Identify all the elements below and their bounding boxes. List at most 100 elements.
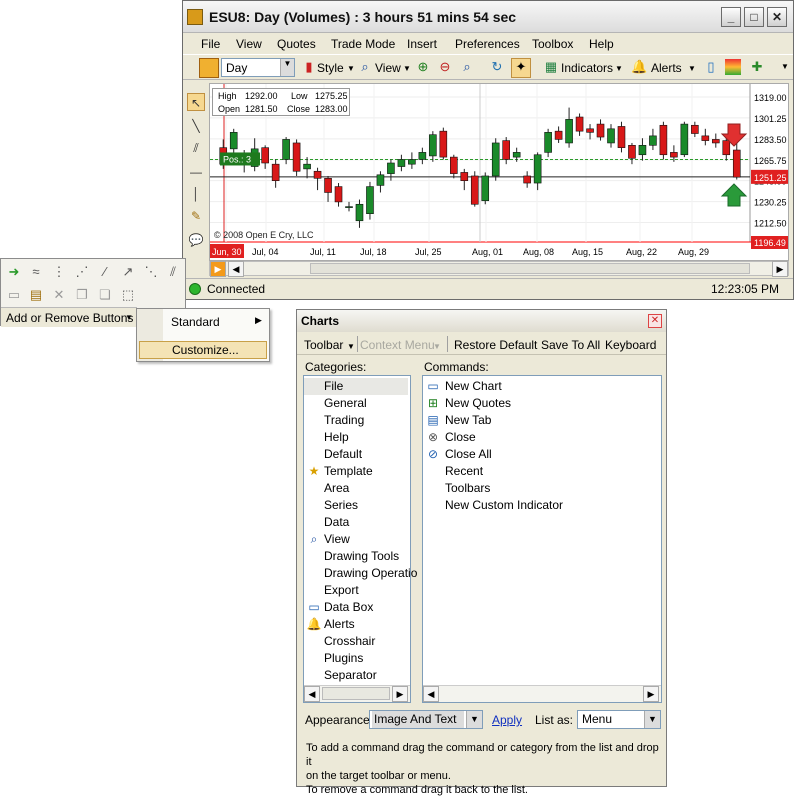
category-item[interactable]: Crosshair	[304, 633, 408, 650]
category-item[interactable]: Drawing Tools	[304, 548, 408, 565]
category-item[interactable]: Area	[304, 480, 408, 497]
zoom-icon[interactable]: ⌕	[459, 59, 475, 75]
command-item[interactable]: ▤ New Tab	[423, 412, 659, 429]
category-item[interactable]: ▭ Data Box	[304, 599, 408, 616]
bell-icon[interactable]: 🔔	[631, 59, 647, 75]
list-as-select[interactable]: Menu ▼	[577, 710, 661, 729]
overflow-icon[interactable]: ▼	[777, 59, 793, 75]
command-item[interactable]: ⊞ New Quotes	[423, 395, 659, 412]
zoom-in-icon[interactable]: ⊕	[415, 59, 431, 75]
command-item[interactable]: ▭ New Chart	[423, 378, 659, 395]
menu-trade-mode[interactable]: Trade Mode	[331, 37, 395, 51]
title-bar[interactable]: ESU8: Day (Volumes) : 3 hours 51 mins 54…	[183, 1, 793, 33]
arrow-right-icon[interactable]: ➜	[6, 264, 22, 280]
restore-default-button[interactable]: Restore Default	[454, 338, 537, 352]
category-item[interactable]: Help	[304, 429, 408, 446]
category-item[interactable]: Default	[304, 446, 408, 463]
category-item[interactable]: Data	[304, 514, 408, 531]
close-icon[interactable]: ✕	[767, 7, 787, 27]
categories-list[interactable]: File General Trading Help Default ★ Template Ar…	[303, 375, 417, 703]
category-item[interactable]: Series	[304, 497, 408, 514]
menu-toolbox[interactable]: Toolbox	[532, 37, 573, 51]
pointer-icon[interactable]: ↖	[187, 93, 205, 111]
style-button[interactable]: Style	[317, 61, 344, 75]
menu-insert[interactable]: Insert	[407, 37, 437, 51]
category-item[interactable]: ⌕ View	[304, 531, 408, 548]
grid-lines-icon[interactable]: ⋮	[51, 264, 67, 280]
comment-icon[interactable]: 💬	[187, 231, 205, 249]
period-select[interactable]: Day ▼	[221, 58, 295, 77]
toolbar-tab[interactable]: Toolbar	[304, 338, 343, 352]
indicators-icon[interactable]: ▦	[543, 59, 559, 75]
categories-scrollbar[interactable]: ◀ ▶	[304, 685, 410, 702]
horizontal-line-icon[interactable]: —	[187, 163, 205, 181]
command-item[interactable]: ⊗ Close	[423, 429, 659, 446]
add-remove-buttons[interactable]: Add or Remove Buttons ▼	[1, 307, 137, 327]
ray-icon[interactable]: ↗	[120, 264, 136, 280]
fibonacci-icon[interactable]: ⋰	[74, 264, 90, 280]
alerts-button[interactable]: Alerts	[651, 61, 682, 75]
category-item[interactable]: ★ Template	[304, 463, 408, 480]
chart-horizontal-scrollbar[interactable]: ▶ ◀ ▶	[209, 261, 789, 277]
menu-view[interactable]: View	[236, 37, 262, 51]
trendline-icon[interactable]: ⁄	[97, 264, 113, 280]
menu-preferences[interactable]: Preferences	[455, 37, 520, 51]
scroll-left-icon[interactable]: ◀	[423, 686, 439, 702]
delete-icon[interactable]: ✕	[51, 287, 67, 303]
vertical-line-icon[interactable]: │	[187, 185, 205, 203]
category-item[interactable]: Plugins	[304, 650, 408, 667]
zoom-out-icon[interactable]: ⊖	[437, 59, 453, 75]
plus-icon[interactable]: ✚	[749, 59, 765, 75]
category-item[interactable]: Drawing Operatio	[304, 565, 417, 582]
refresh-icon[interactable]: ↻	[489, 59, 505, 75]
command-item[interactable]: ⊘ Close All	[423, 446, 659, 463]
command-item[interactable]: New Custom Indicator	[423, 497, 659, 514]
parallel-lines-icon[interactable]: ⫽	[187, 139, 205, 157]
candles-icon[interactable]: ▮	[301, 59, 317, 75]
color-icon[interactable]	[725, 59, 741, 75]
context-menu-tab[interactable]: Context Menu	[360, 338, 435, 352]
apply-link[interactable]: Apply	[492, 713, 522, 727]
category-item[interactable]: Export	[304, 582, 408, 599]
period-icon[interactable]	[199, 58, 219, 78]
menu-quotes[interactable]: Quotes	[277, 37, 316, 51]
scroll-left-icon[interactable]: ◀	[228, 261, 244, 277]
copy-icon[interactable]: ❐	[74, 287, 90, 303]
channel-icon[interactable]: ⫽	[165, 264, 181, 280]
command-item[interactable]: Toolbars	[423, 480, 659, 497]
scroll-left-icon[interactable]: ◀	[304, 686, 320, 702]
minimize-icon[interactable]: _	[721, 7, 741, 27]
command-item[interactable]: Recent	[423, 463, 659, 480]
commands-list[interactable]: ▭ New Chart ⊞ New Quotes ▤ New Tab ⊗ Close ⊘ Clos…	[422, 375, 662, 703]
properties-icon[interactable]: ▤	[28, 287, 44, 303]
fan-icon[interactable]: ⋱	[143, 264, 159, 280]
price-chart[interactable]: 1319.001301.251283.501265.751248.001230.…	[209, 83, 789, 261]
category-item[interactable]: Trading	[304, 412, 408, 429]
scroll-right-icon[interactable]: ▶	[772, 261, 788, 277]
scroll-right-icon[interactable]: ▶	[392, 686, 408, 702]
category-item[interactable]: File	[304, 378, 408, 395]
commands-scrollbar[interactable]: ◀ ▶	[423, 685, 661, 702]
menu-item-standard[interactable]: Standard	[171, 315, 220, 329]
scroll-right-icon[interactable]: ▶	[643, 686, 659, 702]
paste-icon[interactable]: ❏	[97, 287, 113, 303]
appearance-select[interactable]: Image And Text ▼	[369, 710, 483, 729]
scroll-thumb[interactable]	[322, 687, 390, 700]
select-area-icon[interactable]: ⬚	[120, 287, 136, 303]
menu-file[interactable]: File	[201, 37, 220, 51]
magnifier-icon[interactable]: ⌕	[357, 59, 373, 75]
maximize-icon[interactable]: □	[744, 7, 764, 27]
category-item[interactable]: General	[304, 395, 408, 412]
scroll-thumb[interactable]	[310, 263, 750, 274]
close-icon[interactable]: ✕	[648, 314, 662, 328]
note-icon[interactable]: ✎	[187, 207, 205, 225]
keyboard-button[interactable]: Keyboard	[605, 338, 656, 352]
dialog-title-bar[interactable]: Charts ✕	[297, 310, 666, 332]
category-item[interactable]: Separator	[304, 667, 408, 684]
phone-icon[interactable]: ▯	[703, 59, 719, 75]
scroll-left-icon[interactable]: ▶	[210, 261, 226, 277]
export-icon[interactable]: ▭	[6, 287, 22, 303]
category-item[interactable]: 🔔 Alerts	[304, 616, 408, 633]
indicators-button[interactable]: Indicators	[561, 61, 613, 75]
view-button[interactable]: View	[375, 61, 401, 75]
